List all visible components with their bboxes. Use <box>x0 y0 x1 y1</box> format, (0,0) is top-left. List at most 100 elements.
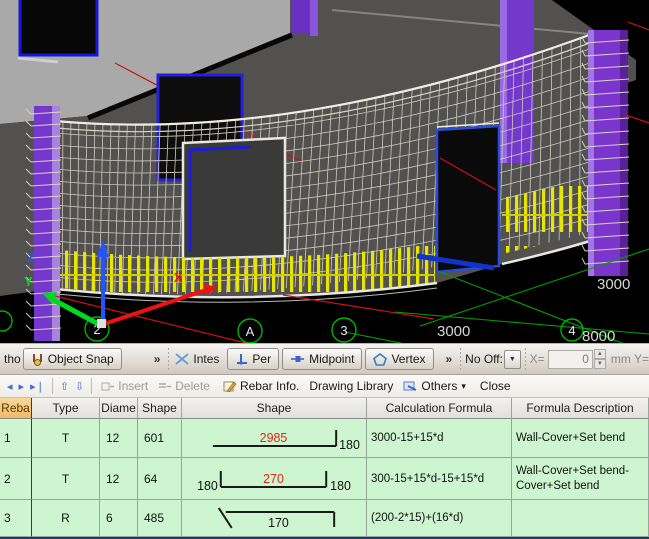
spinner-up-icon[interactable]: ▲ <box>594 349 606 359</box>
rebar-table: Reba Type Diame Shape Shape Calculation … <box>0 398 649 537</box>
dim-3000-bottom: 3000 <box>437 323 470 340</box>
shape-drawing: 180 270 180 <box>182 458 367 500</box>
application-window: 2 A 3 4 3000 3000 8000 Z Y X <box>0 0 649 539</box>
delete-button[interactable]: Delete <box>153 377 215 395</box>
table-row[interactable]: 1 T 12 601 2985 180 3000-15+15*d Wall-Co… <box>0 419 649 458</box>
axis-y-label: Y <box>24 274 33 289</box>
row-number: 3 <box>0 500 32 537</box>
delete-label: Delete <box>175 379 210 393</box>
midpoint-icon <box>290 354 305 364</box>
separator <box>460 348 461 370</box>
svg-text:180: 180 <box>330 478 351 492</box>
bubble-A: A <box>246 324 255 339</box>
header-type[interactable]: Type <box>32 398 100 419</box>
bubble-4: 4 <box>568 323 575 338</box>
mesh-window-opening <box>183 138 285 259</box>
svg-text:170: 170 <box>268 515 289 529</box>
axis-x-label: X <box>174 270 183 285</box>
vertex-snap-button[interactable]: Vertex <box>365 348 433 370</box>
rebar-info-label: Rebar Info. <box>240 379 299 393</box>
toolbar-overflow-2[interactable]: » <box>442 352 457 366</box>
separator <box>91 378 92 394</box>
intersection-snap[interactable]: Intes <box>173 349 221 369</box>
calculation-formula: 3000-15+15*d <box>367 419 512 458</box>
3d-scene: 2 A 3 4 3000 3000 8000 Z Y X <box>0 0 649 343</box>
edit-toolbar: ◂ ▸ ▸❘ ⇧ ⇩ Insert Delete Rebar Info. Dra… <box>0 375 649 398</box>
dim-3000-right: 3000 <box>597 276 630 293</box>
drawing-library-button[interactable]: Drawing Library <box>304 377 398 395</box>
formula-description: Wall-Cover+Set bend-Cover+Set bend <box>512 458 649 500</box>
bubble-3: 3 <box>340 323 347 338</box>
x-coordinate-spinner[interactable]: ▲▼ <box>594 349 606 369</box>
formula-description <box>512 500 649 537</box>
object-snap-label: Object Snap <box>48 352 114 366</box>
others-icon <box>403 381 417 392</box>
header-diameter[interactable]: Diame <box>100 398 138 419</box>
table-row[interactable]: 2 T 12 64 180 270 180 300-15+15*d-15+15*… <box>0 458 649 500</box>
shape-drawing: 170 <box>182 500 367 537</box>
header-formula[interactable]: Calculation Formula <box>367 398 512 419</box>
no-offset-dropdown[interactable]: ▼ <box>504 350 521 369</box>
close-label: Close <box>480 379 511 393</box>
toolbar-overflow-1[interactable]: » <box>150 352 165 366</box>
close-button[interactable]: Close <box>475 377 516 395</box>
nav-next-icon[interactable]: ▸ <box>16 380 28 393</box>
column-top-a-face <box>310 0 318 36</box>
nav-last-icon[interactable]: ▸❘ <box>27 380 48 393</box>
svg-text:270: 270 <box>263 471 284 485</box>
column-left-face <box>52 106 60 341</box>
nav-previous-icon[interactable]: ◂ <box>4 380 16 393</box>
others-dropdown-icon: ▾ <box>461 381 466 392</box>
others-button[interactable]: Others ▾ <box>398 377 471 395</box>
intersection-label: Intes <box>193 352 219 366</box>
row-number: 2 <box>0 458 32 500</box>
3d-viewport[interactable]: 2 A 3 4 3000 3000 8000 Z Y X <box>0 0 649 343</box>
shape-code: 64 <box>138 458 182 500</box>
svg-text:180: 180 <box>197 478 218 492</box>
column-right-face <box>588 30 594 276</box>
vertex-icon <box>373 353 387 366</box>
intersection-icon <box>175 353 189 365</box>
midpoint-label: Midpoint <box>309 352 354 366</box>
svg-text:180: 180 <box>339 437 360 451</box>
object-snap-icon <box>31 353 44 366</box>
rebar-diameter: 12 <box>100 419 138 458</box>
header-shape[interactable]: Shape <box>182 398 367 419</box>
x-coordinate-input[interactable]: 0 <box>548 350 593 369</box>
svg-text:2985: 2985 <box>260 430 288 444</box>
header-rebar[interactable]: Reba <box>0 398 32 419</box>
move-up-icon[interactable]: ⇧ <box>57 380 72 393</box>
midpoint-snap-button[interactable]: Midpoint <box>282 348 362 370</box>
separator <box>52 378 53 394</box>
header-description[interactable]: Formula Description <box>512 398 649 419</box>
snap-toolbar: tho Object Snap » Intes Per Midpoint Ver… <box>0 343 649 375</box>
rebar-info-button[interactable]: Rebar Info. <box>218 377 304 395</box>
ortho-button-partial[interactable]: tho <box>2 349 23 369</box>
separator <box>168 348 169 370</box>
x-coordinate-label: X= <box>530 352 545 366</box>
insert-button[interactable]: Insert <box>96 377 153 395</box>
rebar-type: T <box>32 419 100 458</box>
door-opening <box>437 126 499 272</box>
calculation-formula: (200-2*15)+(16*d) <box>367 500 512 537</box>
table-row[interactable]: 3 R 6 485 170 (200-2*15)+(16*d) <box>0 500 649 537</box>
insert-icon <box>101 381 114 392</box>
shape-code: 601 <box>138 419 182 458</box>
unit-y-label: mm Y= <box>611 352 649 366</box>
spinner-down-icon[interactable]: ▼ <box>594 359 606 369</box>
ortho-label: tho <box>4 352 21 366</box>
perpendicular-icon <box>235 353 248 365</box>
no-offset-label: No Off: <box>465 352 503 366</box>
others-label: Others <box>421 379 457 393</box>
rebar-info-icon <box>223 380 236 392</box>
move-down-icon[interactable]: ⇩ <box>72 380 87 393</box>
separator <box>525 348 526 370</box>
perpendicular-snap-button[interactable]: Per <box>227 348 279 370</box>
window-top-left <box>20 0 97 55</box>
header-shape-code[interactable]: Shape <box>138 398 182 419</box>
rebar-type: T <box>32 458 100 500</box>
object-snap-button[interactable]: Object Snap <box>23 348 122 370</box>
axis-z-label: Z <box>27 250 35 265</box>
rebar-diameter: 6 <box>100 500 138 537</box>
column-top-b-face <box>500 0 507 163</box>
